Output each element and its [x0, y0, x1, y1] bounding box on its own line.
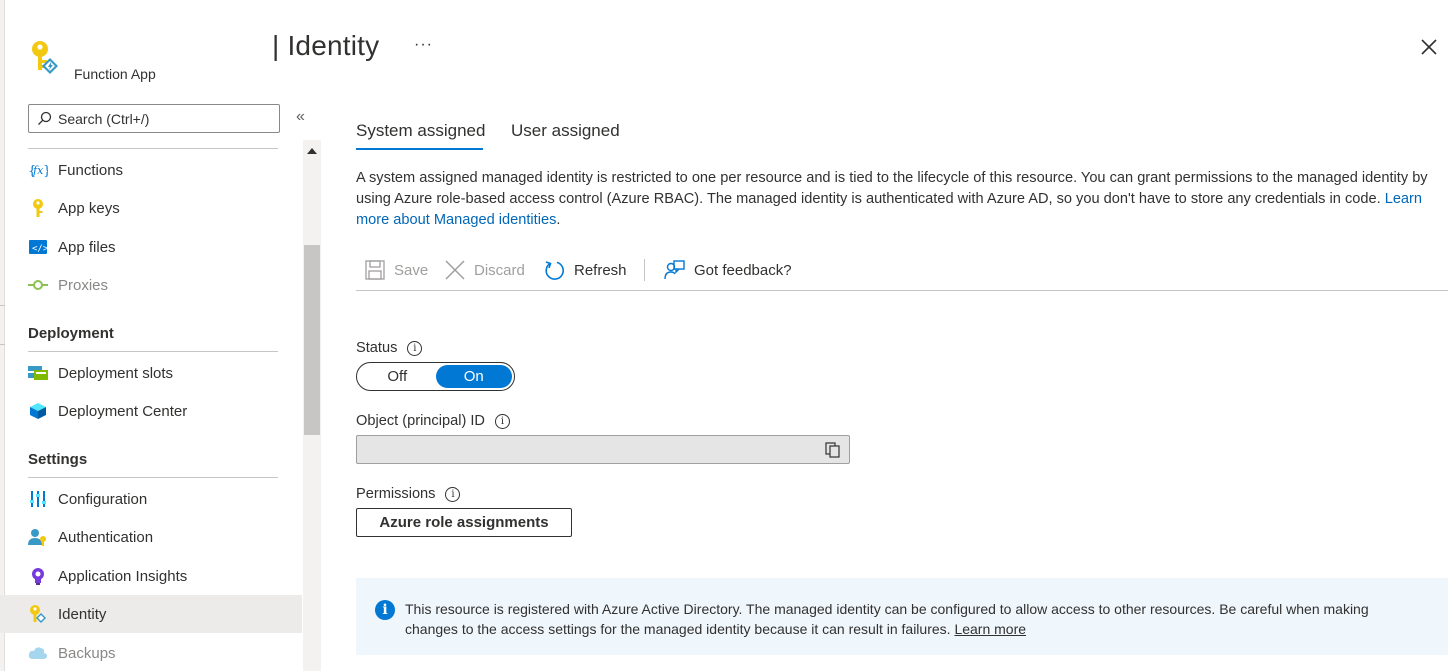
search-input[interactable]	[58, 110, 278, 127]
object-id-field[interactable]	[356, 435, 850, 464]
description-body: A system assigned managed identity is re…	[356, 170, 1428, 207]
feedback-button[interactable]: Got feedback?	[664, 256, 792, 284]
info-message-bar: i This resource is registered with Azure…	[356, 578, 1448, 655]
sidebar-item-label: Backups	[58, 644, 116, 662]
info-icon[interactable]: i	[494, 413, 510, 429]
sidebar-item-label: Deployment slots	[58, 364, 174, 382]
sidebar-item-app-keys[interactable]: App keys	[0, 189, 302, 227]
resource-type-label: Function App	[74, 66, 156, 82]
svg-text:}: }	[43, 164, 48, 179]
function-icon: {fx}	[28, 160, 48, 180]
tab-user-assigned[interactable]: User assigned	[511, 121, 620, 141]
info-message-text: This resource is registered with Azure A…	[405, 599, 1415, 639]
section-heading-settings: Settings	[28, 451, 88, 468]
key-icon	[32, 41, 58, 74]
save-icon	[365, 260, 385, 280]
refresh-label: Refresh	[574, 261, 627, 279]
permissions-label: Permissions i	[356, 486, 461, 502]
deployment-slots-icon	[28, 363, 48, 383]
info-message-body: This resource is registered with Azure A…	[405, 601, 1369, 637]
info-icon: i	[375, 600, 395, 620]
status-toggle[interactable]: Off On	[356, 362, 515, 391]
feedback-icon	[664, 259, 685, 279]
description-suffix: .	[556, 212, 561, 228]
info-icon[interactable]: i	[407, 340, 423, 356]
sidebar-item-authentication[interactable]: Authentication	[0, 518, 302, 556]
triangle-up-icon	[307, 148, 317, 154]
scroll-up-button[interactable]	[303, 142, 321, 160]
sidebar-item-proxies[interactable]: Proxies	[0, 266, 302, 304]
sidebar-item-deployment-slots[interactable]: Deployment slots	[0, 354, 302, 392]
object-id-label: Object (principal) ID i	[356, 413, 510, 429]
divider	[28, 148, 278, 149]
azure-role-assignments-button[interactable]: Azure role assignments	[356, 508, 572, 537]
sidebar-item-label: Configuration	[58, 490, 148, 508]
sidebar-item-label: App keys	[58, 199, 120, 217]
status-label-text: Status	[356, 340, 398, 356]
cloud-icon	[28, 643, 48, 663]
sidebar-item-deployment-center[interactable]: Deployment Center	[0, 392, 302, 430]
more-options-button[interactable]: ···	[414, 36, 433, 54]
sidebar-item-label: Proxies	[58, 276, 109, 294]
sidebar-item-label: App files	[58, 238, 116, 256]
key-icon	[28, 198, 48, 218]
permissions-label-text: Permissions	[356, 486, 436, 502]
sidebar-item-functions[interactable]: {fx} Functions	[0, 151, 302, 189]
info-icon[interactable]: i	[445, 486, 461, 502]
toolbar-separator	[644, 259, 645, 281]
svg-text:</>: </>	[32, 244, 47, 254]
identity-key-icon	[28, 604, 48, 624]
discard-label: Discard	[474, 261, 525, 279]
user-key-icon	[28, 527, 48, 547]
proxy-icon	[28, 275, 48, 295]
search-icon	[38, 111, 52, 125]
active-tab-indicator	[356, 148, 483, 150]
command-bar: Save Discard Refresh Got feedback?	[356, 256, 1448, 291]
sidebar-item-application-insights[interactable]: Application Insights	[0, 557, 302, 595]
divider	[28, 477, 278, 478]
status-on-option[interactable]: On	[435, 365, 512, 388]
refresh-icon	[545, 260, 564, 280]
close-icon[interactable]	[1418, 36, 1440, 58]
lightbulb-icon	[28, 566, 48, 586]
page-title: | Identity	[272, 30, 380, 61]
description-text: A system assigned managed identity is re…	[356, 168, 1436, 231]
cube-icon	[28, 401, 48, 421]
section-heading-deployment: Deployment	[28, 325, 114, 342]
save-button[interactable]: Save	[365, 256, 428, 284]
save-label: Save	[394, 261, 429, 279]
status-off-option[interactable]: Off	[359, 365, 436, 388]
status-label: Status i	[356, 340, 423, 356]
scrollbar-thumb[interactable]	[304, 245, 320, 435]
sidebar-item-label: Functions	[58, 161, 124, 179]
sidebar-item-label: Authentication	[58, 528, 154, 546]
code-file-icon: </>	[28, 237, 48, 257]
sidebar-item-identity[interactable]: Identity	[0, 595, 302, 633]
sliders-icon	[28, 489, 48, 509]
sidebar-item-configuration[interactable]: Configuration	[0, 480, 302, 518]
collapse-sidebar-button[interactable]: «	[296, 108, 305, 126]
search-box[interactable]	[28, 104, 280, 133]
left-panel-divider	[0, 305, 5, 345]
sidebar-item-label: Identity	[58, 605, 107, 623]
divider	[28, 351, 278, 352]
refresh-button[interactable]: Refresh	[544, 256, 627, 284]
close-icon	[445, 260, 465, 280]
learn-more-link[interactable]: Learn more	[954, 621, 1026, 637]
sidebar-item-app-files[interactable]: </> App files	[0, 228, 302, 266]
copy-icon[interactable]	[825, 442, 841, 458]
tab-system-assigned[interactable]: System assigned	[356, 121, 485, 141]
sidebar-item-label: Deployment Center	[58, 402, 188, 420]
object-id-label-text: Object (principal) ID	[356, 413, 485, 429]
feedback-label: Got feedback?	[694, 261, 792, 279]
sidebar-item-label: Application Insights	[58, 567, 188, 585]
sidebar-item-backups[interactable]: Backups	[0, 634, 302, 671]
discard-button[interactable]: Discard	[445, 256, 525, 284]
